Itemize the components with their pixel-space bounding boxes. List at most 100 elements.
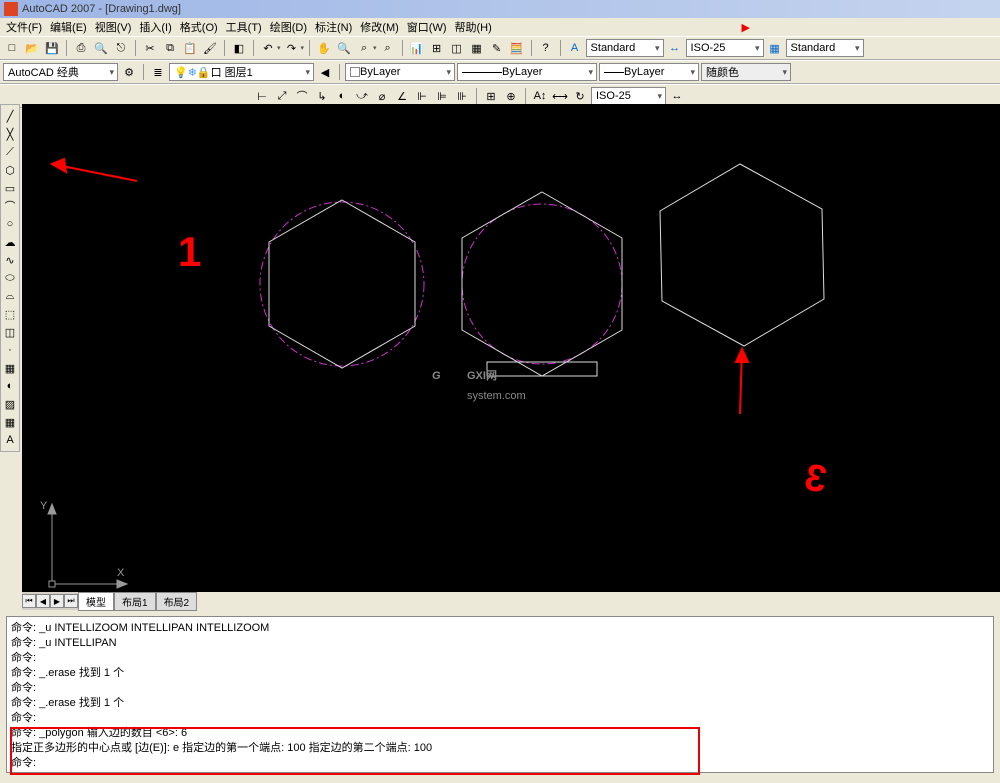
- plot-button[interactable]: ⎙: [72, 39, 90, 57]
- dim-ordinate-button[interactable]: ↳: [313, 87, 331, 105]
- dim-style-button[interactable]: ↔: [668, 87, 686, 105]
- menu-insert[interactable]: 插入(I): [139, 19, 171, 35]
- pline-tool[interactable]: ⟋: [1, 144, 19, 160]
- zoom-rt-button[interactable]: 🔍: [335, 39, 353, 57]
- block-edit-button[interactable]: ◧: [230, 39, 248, 57]
- layer-props-button[interactable]: ≣: [149, 63, 167, 81]
- point-tool[interactable]: ·: [1, 342, 19, 358]
- dim-radius-button[interactable]: ◐: [333, 87, 351, 105]
- new-button[interactable]: □: [3, 39, 21, 57]
- tab-prev-button[interactable]: ◀: [36, 594, 50, 608]
- zoom-prev-button[interactable]: ⌕: [379, 39, 397, 57]
- dim-diameter-button[interactable]: ⌀: [373, 87, 391, 105]
- revcloud-tool[interactable]: ☁: [1, 234, 19, 250]
- circle-tool[interactable]: ○: [1, 216, 19, 232]
- matchprop-button[interactable]: 🖌: [201, 39, 219, 57]
- properties-button[interactable]: 📊: [408, 39, 426, 57]
- dim-baseline-button[interactable]: ⊫: [433, 87, 451, 105]
- dim-continue-button[interactable]: ⊪: [453, 87, 471, 105]
- tab-first-button[interactable]: ⏮: [22, 594, 36, 608]
- hatch-tool[interactable]: ▦: [1, 360, 19, 376]
- zoom-window-button[interactable]: ⌕: [355, 39, 373, 57]
- menu-edit[interactable]: 编辑(E): [50, 19, 87, 35]
- tab-last-button[interactable]: ⏭: [64, 594, 78, 608]
- menu-file[interactable]: 文件(F): [6, 19, 42, 35]
- workspace-settings-button[interactable]: ⚙: [120, 63, 138, 81]
- xline-tool[interactable]: ╳: [1, 126, 19, 142]
- sheetset-button[interactable]: ▦: [468, 39, 486, 57]
- cut-button[interactable]: ✂: [141, 39, 159, 57]
- toolpalette-button[interactable]: ◫: [448, 39, 466, 57]
- tablestyle-combo[interactable]: Standard: [786, 39, 864, 57]
- tab-layout1[interactable]: 布局1: [114, 592, 156, 611]
- layer-prev-button[interactable]: ◀: [316, 63, 334, 81]
- menu-modify[interactable]: 修改(M): [360, 19, 399, 35]
- menu-format[interactable]: 格式(O): [180, 19, 218, 35]
- undo-dropdown[interactable]: ▾: [277, 44, 281, 52]
- preview-button[interactable]: 🔍: [92, 39, 110, 57]
- tab-next-button[interactable]: ▶: [50, 594, 64, 608]
- dim-center-button[interactable]: ⊕: [502, 87, 520, 105]
- gradient-tool[interactable]: ◐: [1, 378, 19, 394]
- textstyle-icon[interactable]: A: [566, 39, 584, 57]
- ellipse-tool[interactable]: ⬭: [1, 270, 19, 286]
- tablestyle-icon[interactable]: ▦: [766, 39, 784, 57]
- dimstyle-icon[interactable]: ↔: [666, 39, 684, 57]
- menu-draw[interactable]: 绘图(D): [270, 19, 307, 35]
- tab-model[interactable]: 模型: [78, 592, 114, 611]
- mtext-tool[interactable]: A: [1, 432, 19, 448]
- open-button[interactable]: 📂: [23, 39, 41, 57]
- polygon-tool[interactable]: ⬡: [1, 162, 19, 178]
- dim-arc-button[interactable]: ⌒: [293, 87, 311, 105]
- textstyle-combo[interactable]: Standard: [586, 39, 664, 57]
- dim-edit-button[interactable]: A↕: [531, 87, 549, 105]
- menu-dimension[interactable]: 标注(N): [315, 19, 352, 35]
- table-tool[interactable]: ▦: [1, 414, 19, 430]
- dimstyle-combo[interactable]: ISO-25: [686, 39, 764, 57]
- region-tool[interactable]: ▨: [1, 396, 19, 412]
- undo-button[interactable]: ↶: [259, 39, 277, 57]
- line-tool[interactable]: ╱: [1, 108, 19, 124]
- zoom-dropdown[interactable]: ▾: [373, 44, 377, 52]
- dim-linear-button[interactable]: ⊢: [253, 87, 271, 105]
- plotstyle-combo[interactable]: 随颜色: [701, 63, 791, 81]
- dim-aligned-button[interactable]: ⤢: [273, 87, 291, 105]
- publish-button[interactable]: ⎋: [112, 39, 130, 57]
- markup-button[interactable]: ✎: [488, 39, 506, 57]
- dim-quick-button[interactable]: ⊩: [413, 87, 431, 105]
- help-button[interactable]: ?: [537, 39, 555, 57]
- command-window[interactable]: 命令: _u INTELLIZOOM INTELLIPAN INTELLIZOO…: [6, 616, 994, 773]
- designcenter-button[interactable]: ⊞: [428, 39, 446, 57]
- linetype-combo[interactable]: ByLayer: [457, 63, 597, 81]
- dim-tolerance-button[interactable]: ⊞: [482, 87, 500, 105]
- menu-window[interactable]: 窗口(W): [407, 19, 447, 35]
- block-tool[interactable]: ◫: [1, 324, 19, 340]
- ellipse-arc-tool[interactable]: ⌓: [1, 288, 19, 304]
- dimstyle2-combo[interactable]: ISO-25: [591, 87, 666, 105]
- insert-tool[interactable]: ⬚: [1, 306, 19, 322]
- paste-button[interactable]: 📋: [181, 39, 199, 57]
- dim-update-button[interactable]: ↻: [571, 87, 589, 105]
- title-bar: AutoCAD 2007 - [Drawing1.dwg]: [0, 0, 1000, 18]
- workspace-combo[interactable]: AutoCAD 经典: [3, 63, 118, 81]
- pan-button[interactable]: ✋: [315, 39, 333, 57]
- copy-button[interactable]: ⧉: [161, 39, 179, 57]
- redo-button[interactable]: ↷: [283, 39, 301, 57]
- menu-help[interactable]: 帮助(H): [455, 19, 492, 35]
- save-button[interactable]: 💾: [43, 39, 61, 57]
- tab-layout2[interactable]: 布局2: [156, 592, 198, 611]
- color-combo[interactable]: ByLayer: [345, 63, 455, 81]
- quickcalc-button[interactable]: 🧮: [508, 39, 526, 57]
- arc-tool[interactable]: ⌒: [1, 198, 19, 214]
- dim-textedit-button[interactable]: ⟷: [551, 87, 569, 105]
- rectangle-tool[interactable]: ▭: [1, 180, 19, 196]
- menu-tools[interactable]: 工具(T): [226, 19, 262, 35]
- menu-view[interactable]: 视图(V): [95, 19, 132, 35]
- lineweight-combo[interactable]: ByLayer: [599, 63, 699, 81]
- dim-jogged-button[interactable]: ⤻: [353, 87, 371, 105]
- spline-tool[interactable]: ∿: [1, 252, 19, 268]
- drawing-canvas[interactable]: Y X G GXI网 system.com: [22, 104, 1000, 592]
- layer-combo[interactable]: 💡 ❄ 🔒 口 图层1: [169, 63, 314, 81]
- redo-dropdown[interactable]: ▾: [301, 44, 305, 52]
- dim-angular-button[interactable]: ∠: [393, 87, 411, 105]
